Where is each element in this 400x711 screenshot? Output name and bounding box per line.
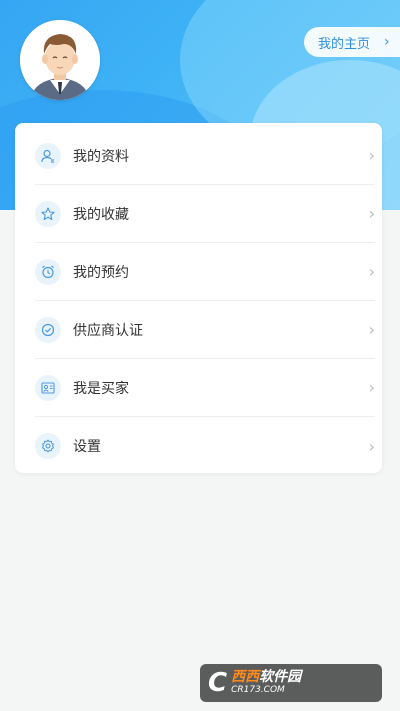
menu-item-my-profile[interactable]: 我的资料 › [35, 127, 375, 185]
menu-card: 我的资料 › 我的收藏 › 我的预约 › 供应商认证 › 我是买家 › 设置 › [15, 123, 382, 473]
menu-item-label: 我是买家 [73, 380, 129, 397]
profile-icon [35, 142, 61, 169]
menu-item-label: 我的收藏 [73, 206, 129, 223]
chevron-right-icon: › [368, 320, 375, 339]
chevron-right-icon: › [368, 204, 375, 223]
watermark-brand: 西西软件园 [231, 669, 302, 686]
my-homepage-label: 我的主页 [318, 36, 371, 52]
chevron-right-icon: › [384, 34, 390, 50]
menu-item-label: 供应商认证 [73, 322, 143, 339]
chevron-right-icon: › [368, 262, 375, 281]
alarm-clock-icon [35, 258, 61, 285]
menu-item-label: 设置 [73, 439, 101, 455]
menu-item-supplier-verification[interactable]: 供应商认证 › [35, 301, 375, 359]
menu-item-my-appointments[interactable]: 我的预约 › [35, 243, 375, 301]
menu-item-label: 我的资料 [73, 148, 129, 165]
menu-item-i-am-buyer[interactable]: 我是买家 › [35, 359, 375, 417]
menu-item-settings[interactable]: 设置 › [35, 417, 375, 475]
chevron-right-icon: › [368, 436, 375, 456]
watermark-url: CR173.COM [231, 684, 285, 695]
avatar[interactable] [20, 20, 100, 100]
menu-item-my-favorites[interactable]: 我的收藏 › [35, 185, 375, 243]
watermark-logo: C 西西软件园 CR173.COM [200, 664, 382, 702]
verified-badge-icon [35, 316, 61, 343]
my-homepage-button[interactable]: 我的主页 › [304, 27, 400, 57]
avatar-illustration [20, 20, 100, 100]
watermark-c-icon: C [208, 668, 228, 698]
star-icon [35, 200, 61, 227]
menu-item-label: 我的预约 [73, 264, 129, 281]
buyer-card-icon [35, 374, 61, 401]
gear-icon [35, 433, 61, 459]
chevron-right-icon: › [368, 146, 375, 165]
chevron-right-icon: › [368, 378, 375, 397]
